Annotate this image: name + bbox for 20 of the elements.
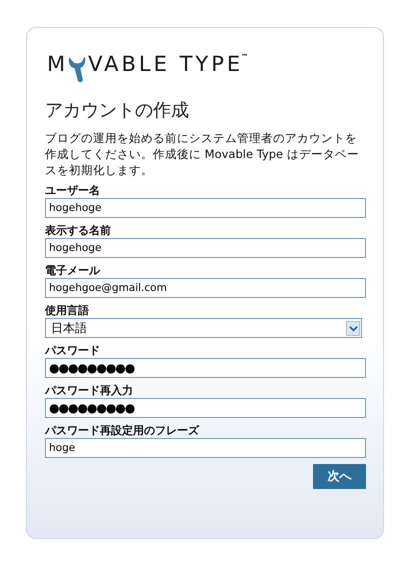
input-field[interactable]: hoge — [45, 438, 366, 458]
field-label: 表示する名前 — [45, 224, 112, 238]
field-label: パスワード再入力 — [45, 384, 134, 398]
field-label: ユーザー名 — [45, 184, 101, 198]
field-label: パスワード再設定用のフレーズ — [45, 424, 200, 438]
page-title: アカウントの作成 — [45, 100, 190, 122]
input-field[interactable]: hogehoge — [45, 198, 366, 218]
field-label: 使用言語 — [45, 304, 90, 318]
next-button[interactable]: 次へ — [313, 464, 366, 489]
input-field[interactable]: hogehoge — [45, 238, 366, 258]
logo-text: M — [47, 52, 68, 76]
input-field[interactable]: hogehgoe@gmail.com — [45, 278, 366, 298]
field-label: パスワード — [45, 344, 101, 358]
wrench-icon — [67, 54, 88, 84]
password-field[interactable]: ●●●●●●●●● — [45, 358, 366, 378]
password-field[interactable]: ●●●●●●●●● — [45, 398, 366, 418]
intro-text: ブログの運用を始める前にシステム管理者のアカウントを作成してください。作成後に Movable Type はデータベースを初期化します。 — [45, 130, 360, 178]
field-label: 電子メール — [45, 264, 101, 278]
language-select[interactable]: 日本語 — [45, 318, 362, 338]
logo-text: VABLE TYPE — [88, 52, 244, 76]
